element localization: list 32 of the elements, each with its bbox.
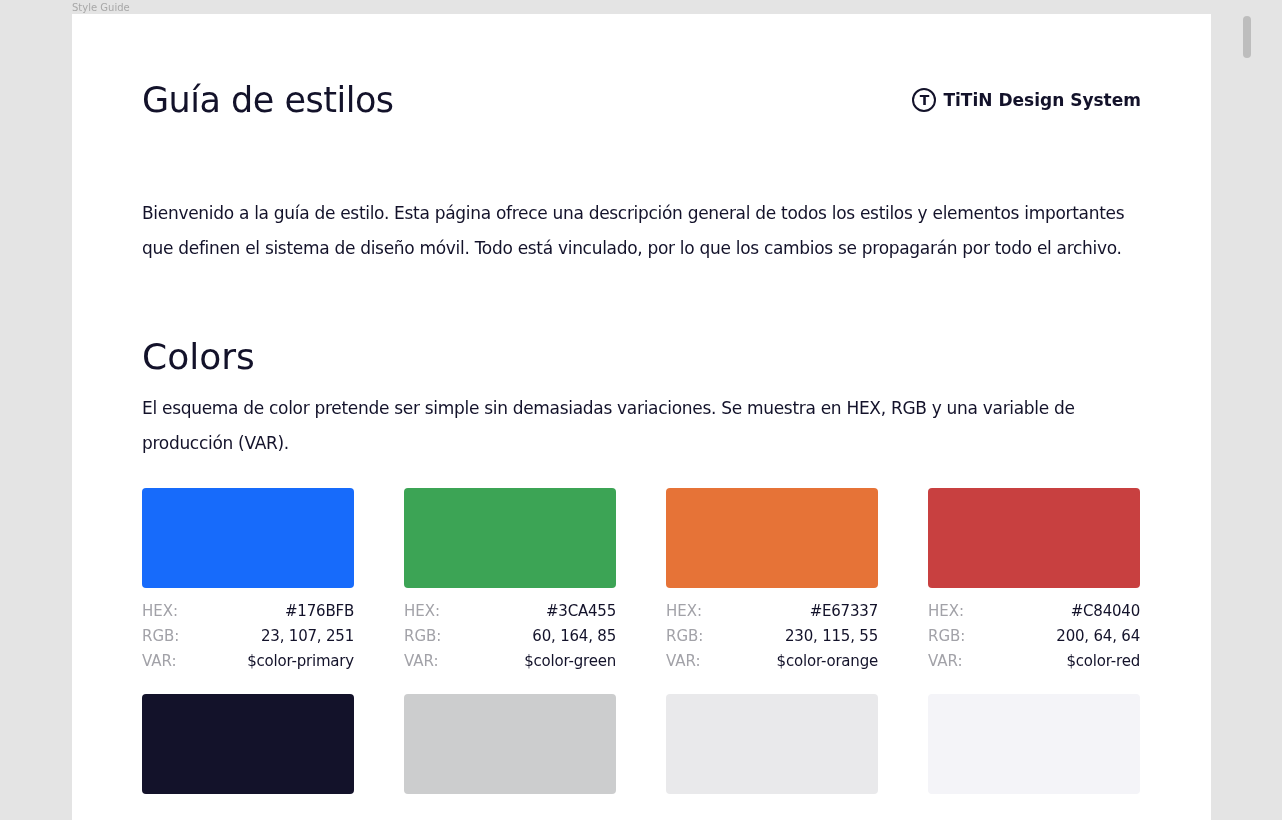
spec-value: #C84040 — [1070, 601, 1140, 622]
spec-value: $color-primary — [247, 651, 354, 672]
spec-label: HEX: — [928, 601, 965, 622]
spec-value: 200, 64, 64 — [1056, 626, 1140, 647]
spec-label: VAR: — [142, 651, 177, 672]
spec-label: VAR: — [928, 651, 963, 672]
page-title: Guía de estilos — [142, 80, 394, 120]
frame-label: Style Guide — [72, 2, 130, 14]
spec-label: HEX: — [404, 601, 441, 622]
spec-label: VAR: — [666, 651, 701, 672]
spec-value: 23, 107, 251 — [260, 626, 354, 647]
spec-label: HEX: — [142, 601, 179, 622]
spec-value: #3CA455 — [545, 601, 616, 622]
spec-value: 230, 115, 55 — [784, 626, 878, 647]
brand-name: TiTiN Design System — [943, 90, 1141, 110]
spec-label: RGB: — [404, 626, 442, 647]
spec-value: $color-green — [524, 651, 616, 672]
spec-label: VAR: — [404, 651, 439, 672]
spec-value: 60, 164, 85 — [532, 626, 616, 647]
spec-value: #176BFB — [285, 601, 354, 622]
section-title: Colors — [142, 336, 256, 377]
spec-label: RGB: — [666, 626, 704, 647]
logo-icon: T — [912, 88, 937, 112]
section-description: El esquema de color pretende ser simple sin demasiadas variaciones. Se muestra en HEX, RGB y una variable de producción (VAR). — [142, 397, 1076, 455]
scrollbar-thumb[interactable] — [1243, 16, 1251, 58]
spec-value: #E67337 — [809, 601, 878, 622]
intro-text: Bienvenido a la guía de estilo. Esta página ofrece una descripción general de todos los estilos y elementos importantes que definen el sistema de diseño móvil. Todo está vinculado, por lo que los cambios se propagarán por todo el archivo. — [142, 202, 1126, 260]
spec-label: RGB: — [142, 626, 180, 647]
spec-label: HEX: — [666, 601, 703, 622]
spec-value: $color-red — [1066, 651, 1140, 672]
spec-value: $color-orange — [776, 651, 878, 672]
spec-label: RGB: — [928, 626, 966, 647]
